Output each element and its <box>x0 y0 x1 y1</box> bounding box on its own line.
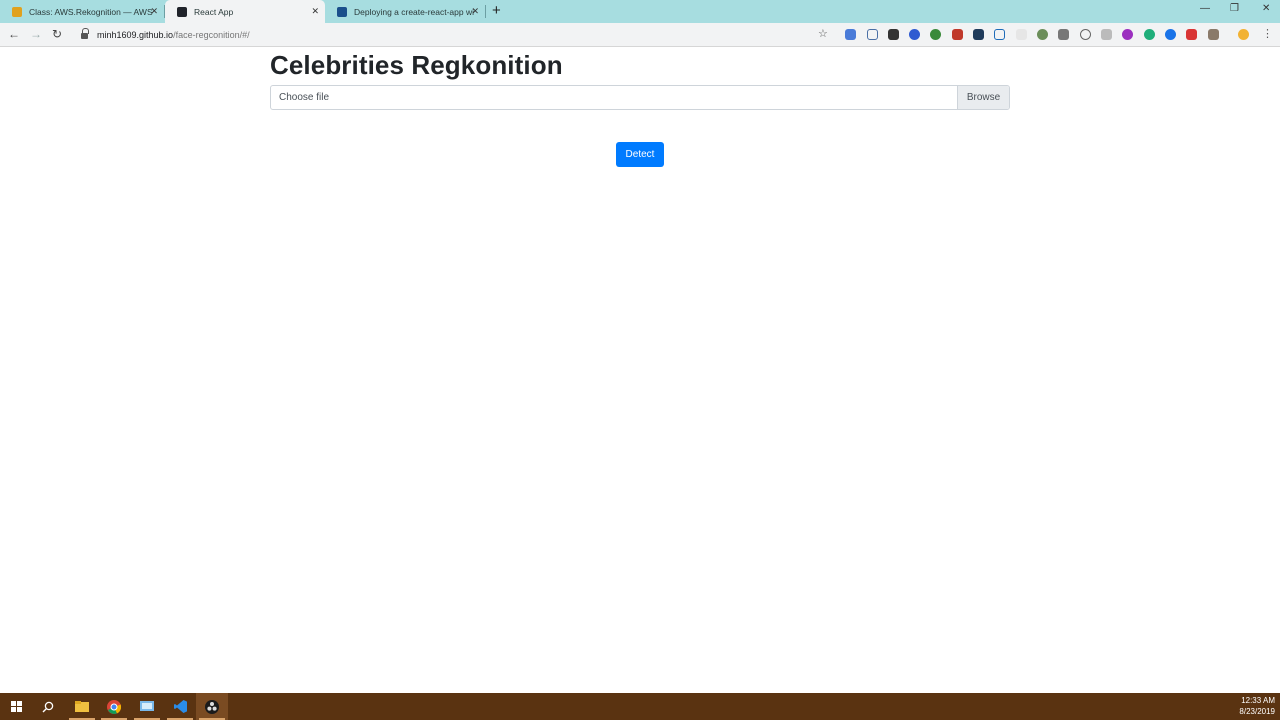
chrome-icon[interactable] <box>98 693 130 720</box>
s-extension-icon[interactable] <box>1080 29 1091 40</box>
menu-kebab-icon[interactable]: ⋮ <box>1262 27 1273 40</box>
vscode-icon[interactable] <box>164 693 196 720</box>
minimize-icon[interactable]: — <box>1200 3 1210 15</box>
tab-title: Deploying a create-react-app wi <box>354 6 475 17</box>
lock-icon <box>81 28 89 39</box>
clock-time: 12:33 AM <box>1241 696 1275 705</box>
url-path: /face-regconition/#/ <box>173 30 250 40</box>
tab-title: React App <box>194 6 234 17</box>
new-tab-button[interactable]: + <box>492 3 501 19</box>
forward-arrow-icon[interactable]: → <box>30 27 42 41</box>
tab-aws-rekognition[interactable]: Class: AWS.Rekognition — AWS ✕ <box>0 0 164 23</box>
tab-title: Class: AWS.Rekognition — AWS <box>29 6 153 17</box>
shield-extension-icon[interactable] <box>867 29 878 40</box>
tab-deploying-cra[interactable]: Deploying a create-react-app wi ✕ <box>325 0 485 23</box>
gray-extension-icon[interactable] <box>1101 29 1112 40</box>
dev-site-icon <box>337 6 347 17</box>
file-explorer-icon[interactable] <box>66 693 98 720</box>
close-icon[interactable]: ✕ <box>471 6 479 16</box>
react-devtools-extension-icon[interactable] <box>973 29 984 40</box>
search-icon[interactable] <box>32 693 64 720</box>
chat-extension-icon[interactable] <box>909 29 920 40</box>
browse-button[interactable]: Browse <box>957 86 1009 109</box>
pdf-extension-icon[interactable] <box>1208 29 1219 40</box>
window-close-icon[interactable]: ✕ <box>1262 3 1270 15</box>
remote-desktop-icon[interactable] <box>131 693 163 720</box>
back-arrow-icon[interactable]: ← <box>8 27 20 41</box>
blue-extension-icon[interactable] <box>1165 29 1176 40</box>
tab-strip: Class: AWS.Rekognition — AWS ✕ React App… <box>0 0 1280 23</box>
system-clock[interactable]: 12:33 AM 8/23/2019 <box>1239 695 1275 717</box>
box-extension-icon[interactable] <box>994 29 1005 40</box>
globe-extension-icon[interactable] <box>930 29 941 40</box>
file-upload-field[interactable]: Choose file Browse <box>270 85 1010 110</box>
bookmark-star-icon[interactable]: ☆ <box>818 27 828 40</box>
address-bar[interactable]: minh1609.github.io/face-regconition/#/ <box>74 25 837 45</box>
tab-react-app[interactable]: React App ✕ <box>165 0 325 23</box>
aws-docs-icon <box>12 6 22 17</box>
url-host: minh1609.github.io <box>97 30 174 40</box>
page-content: Celebrities Regkonition Choose file Brow… <box>0 48 1280 693</box>
vue-devtools-extension-icon[interactable] <box>888 29 899 40</box>
purple-extension-icon[interactable] <box>1122 29 1133 40</box>
obs-icon[interactable] <box>196 693 228 720</box>
windows-taskbar: 12:33 AM 8/23/2019 <box>0 693 1280 720</box>
tab-divider <box>485 5 486 18</box>
page-title: Celebrities Regkonition <box>270 50 563 80</box>
grid-extension-icon[interactable] <box>1058 29 1069 40</box>
ublock-extension-icon[interactable] <box>1186 29 1197 40</box>
profile-avatar[interactable] <box>1238 29 1249 40</box>
translate-extension-icon[interactable] <box>845 29 856 40</box>
close-icon[interactable]: ✕ <box>150 6 158 16</box>
react-icon <box>177 6 187 17</box>
close-icon[interactable]: ✕ <box>311 6 319 16</box>
reload-icon[interactable]: ↻ <box>52 27 62 41</box>
android-extension-icon[interactable] <box>1037 29 1048 40</box>
red-extension-icon[interactable] <box>952 29 963 40</box>
green-extension-icon[interactable] <box>1144 29 1155 40</box>
file-input-placeholder[interactable]: Choose file <box>271 86 957 109</box>
clock-date: 8/23/2019 <box>1239 707 1275 716</box>
restore-icon[interactable]: ❐ <box>1230 3 1239 15</box>
windows-start-icon[interactable] <box>0 693 32 720</box>
cloud-extension-icon[interactable] <box>1016 29 1027 40</box>
detect-button[interactable]: Detect <box>616 142 664 167</box>
